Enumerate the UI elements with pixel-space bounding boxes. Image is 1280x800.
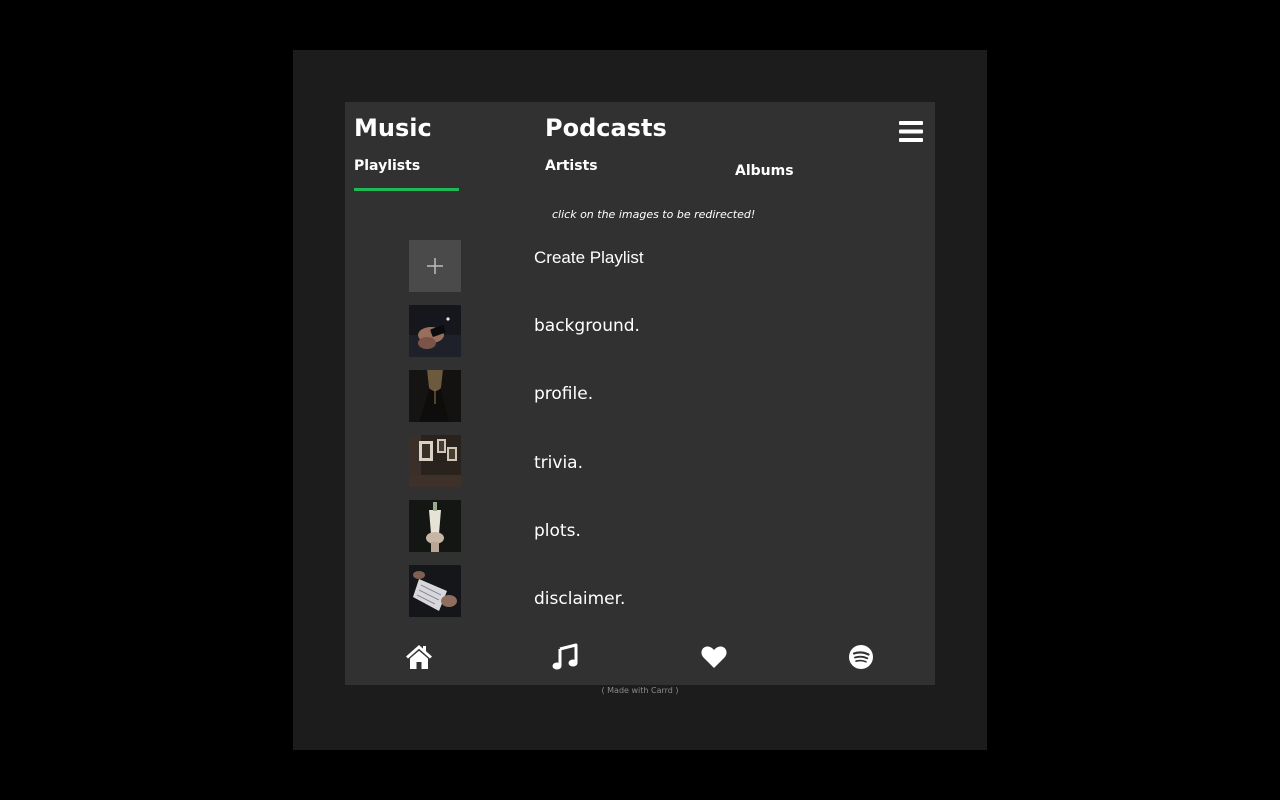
hands-phone-image xyxy=(409,305,461,357)
tab-albums[interactable]: Albums xyxy=(735,163,794,179)
tab-playlists[interactable]: Playlists xyxy=(354,158,420,174)
playlist-thumbnail-background[interactable] xyxy=(409,305,461,357)
music-note-icon[interactable] xyxy=(551,643,579,671)
music-title: Music xyxy=(354,114,432,142)
playlist-thumbnail-plots[interactable] xyxy=(409,500,461,552)
heart-icon[interactable] xyxy=(700,643,728,671)
app-card: Music Podcasts Playlists Artists Albums … xyxy=(345,102,935,685)
active-tab-indicator xyxy=(354,188,459,191)
spotify-icon[interactable] xyxy=(847,643,875,671)
home-icon[interactable] xyxy=(405,643,433,671)
playlist-thumbnail-profile[interactable] xyxy=(409,370,461,422)
plus-icon xyxy=(427,258,443,274)
picture-frames-image xyxy=(409,435,461,487)
tab-artists[interactable]: Artists xyxy=(545,158,598,174)
podcasts-title[interactable]: Podcasts xyxy=(545,114,667,142)
playlist-thumbnail-disclaimer[interactable] xyxy=(409,565,461,617)
playlist-label-create[interactable]: Create Playlist xyxy=(534,248,644,268)
create-playlist-button[interactable] xyxy=(409,240,461,292)
redirect-hint: click on the images to be redirected! xyxy=(552,208,756,221)
playlist-label-plots[interactable]: plots. xyxy=(534,521,581,541)
hamburger-menu-icon[interactable] xyxy=(899,121,923,142)
dark-portrait-image xyxy=(409,370,461,422)
hands-book-image xyxy=(409,565,461,617)
made-with-carrd-footer[interactable]: ( Made with Carrd ) xyxy=(0,686,1280,695)
playlist-label-trivia[interactable]: trivia. xyxy=(534,453,583,473)
playlist-label-disclaimer[interactable]: disclaimer. xyxy=(534,589,625,609)
playlist-label-profile[interactable]: profile. xyxy=(534,384,593,404)
hand-glass-image xyxy=(409,500,461,552)
playlist-thumbnail-trivia[interactable] xyxy=(409,435,461,487)
playlist-label-background[interactable]: background. xyxy=(534,316,640,336)
